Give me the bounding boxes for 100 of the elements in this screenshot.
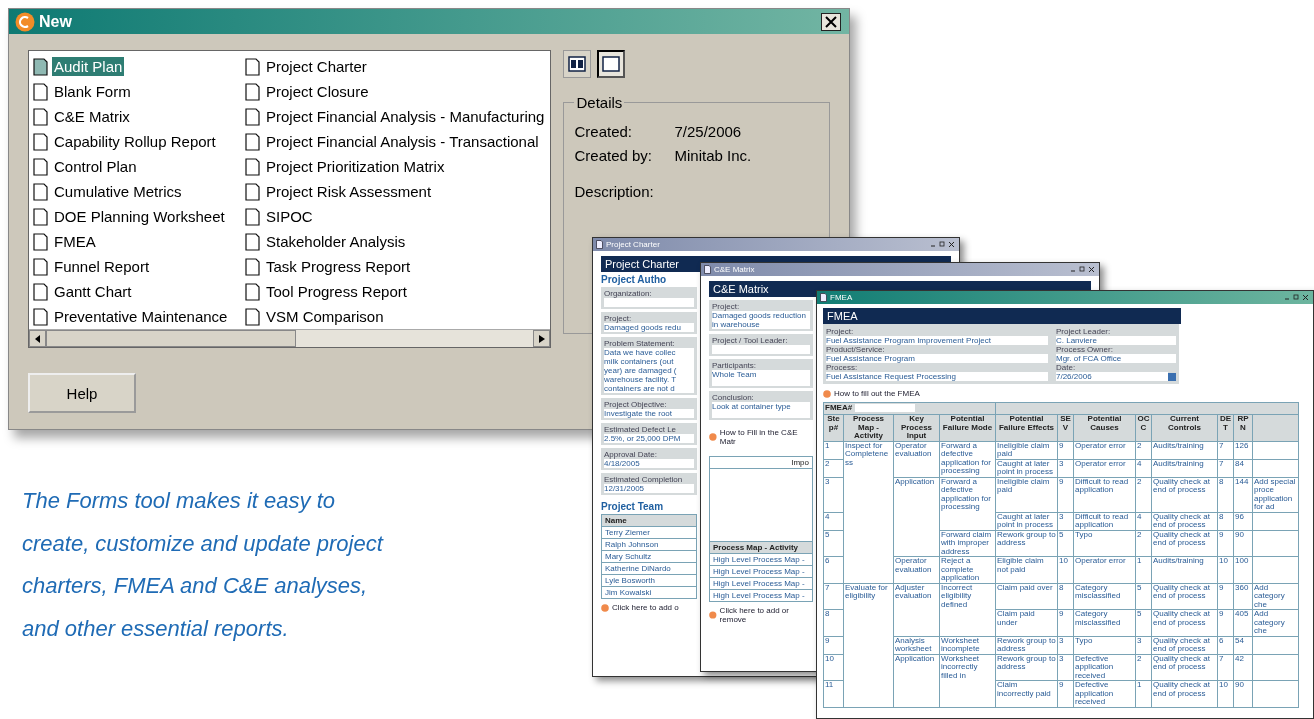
table-cell: Rework group to address	[995, 530, 1058, 557]
table-cell: High Level Process Map -	[709, 577, 813, 590]
form-item[interactable]: Gantt Chart	[33, 279, 245, 304]
add-link[interactable]: Click here to add or remove	[719, 606, 813, 624]
table-cell: Analysis worksheet	[893, 636, 940, 654]
field-label: Problem Statement:	[604, 339, 676, 348]
form-item[interactable]: DOE Planning Worksheet	[33, 204, 245, 229]
table-cell: 96	[1233, 512, 1253, 530]
form-item[interactable]: Project Prioritization Matrix	[245, 154, 547, 179]
form-item[interactable]: Project Charter	[245, 54, 547, 79]
table-cell: 8	[1217, 477, 1234, 512]
form-item[interactable]: Blank Form	[33, 79, 245, 104]
window-controls-icon[interactable]	[1283, 293, 1310, 302]
field-label: Product/Service:	[826, 345, 886, 354]
field-label: Organization:	[604, 289, 653, 298]
table-cell: 126	[1233, 441, 1253, 459]
field-label: Project Leader:	[1056, 327, 1112, 336]
form-item[interactable]: Project Financial Analysis - Transactional	[245, 129, 547, 154]
form-item[interactable]: C&E Matrix	[33, 104, 245, 129]
table-cell: 6	[823, 556, 844, 583]
window-title: Project Charter	[606, 240, 661, 249]
field-value: Data we have collec milk containers (out year) are damaged ( warehouse facility. T containers are not d	[604, 348, 694, 393]
table-cell: Forward a defective application for processing	[939, 477, 996, 530]
form-item[interactable]: Preventative Maintenance	[33, 304, 245, 329]
horizontal-scrollbar[interactable]	[29, 329, 551, 347]
table-cell: 9	[1217, 530, 1234, 557]
field-value: Damaged goods redu	[604, 323, 694, 332]
table-cell: Quality check at end of process	[1151, 680, 1218, 707]
table-cell: 10	[1217, 556, 1234, 583]
table-cell: Operator evaluation	[893, 556, 940, 583]
table-cell: 5	[823, 530, 844, 557]
form-icon	[33, 207, 48, 226]
form-item[interactable]: Audit Plan	[33, 54, 245, 79]
form-item[interactable]: Control Plan	[33, 154, 245, 179]
table-cell: Ineligible claim paid	[995, 441, 1058, 459]
window-controls-icon[interactable]	[929, 240, 956, 249]
table-cell: 3	[1057, 459, 1074, 477]
table-cell: Defective application received	[1073, 680, 1136, 707]
field-value: 12/31/2005	[604, 484, 694, 493]
table-header: Impo	[709, 456, 813, 469]
table-cell: Audits/training	[1151, 459, 1218, 477]
form-item[interactable]: SIPOC	[245, 204, 547, 229]
field-label: Approval Date:	[604, 450, 658, 459]
table-cell: 3	[1135, 636, 1152, 654]
add-link[interactable]: Click here to add o	[612, 603, 679, 612]
form-icon	[245, 107, 260, 126]
table-cell: 42	[1233, 654, 1253, 681]
table-cell: Difficult to read application	[1073, 477, 1136, 512]
form-item[interactable]: Project Financial Analysis - Manufacturing	[245, 104, 547, 129]
form-item[interactable]: Task Progress Report	[245, 254, 547, 279]
close-icon	[825, 15, 837, 28]
help-link[interactable]: How to fill out the FMEA	[834, 389, 920, 398]
table-cell: Worksheet incomplete	[939, 636, 996, 654]
detail-value: Minitab Inc.	[674, 147, 752, 166]
form-icon	[245, 207, 260, 226]
form-item[interactable]: Stakeholder Analysis	[245, 229, 547, 254]
form-icon	[33, 182, 48, 201]
table-cell: Quality check at end of process	[1151, 583, 1218, 610]
form-icon	[33, 82, 48, 101]
table-cell: 10	[823, 654, 844, 681]
help-icon	[709, 611, 717, 619]
table-cell: 360	[1233, 583, 1253, 610]
form-item[interactable]: Tool Progress Report	[245, 279, 547, 304]
form-icon	[33, 307, 48, 326]
calendar-icon[interactable]	[1168, 372, 1176, 381]
table-cell: 2	[823, 459, 844, 477]
form-item[interactable]: Cumulative Metrics	[33, 179, 245, 204]
form-item[interactable]: Capability Rollup Report	[33, 129, 245, 154]
table-cell: Ralph Johnson	[601, 538, 697, 551]
table-cell: 3	[1057, 512, 1074, 530]
table-cell: Typo	[1073, 636, 1136, 654]
table-cell: Quality check at end of process	[1151, 609, 1218, 636]
window-title: C&E Matrix	[714, 265, 756, 274]
table-cell: 4	[823, 512, 844, 530]
help-button[interactable]: Help	[28, 373, 136, 413]
table-cell: 2	[1135, 654, 1152, 681]
form-item[interactable]: Funnel Report	[33, 254, 245, 279]
table-cell: 54	[1233, 636, 1253, 654]
table-cell: Add category che	[1252, 609, 1299, 636]
view-toggle-button[interactable]	[597, 50, 626, 78]
form-item[interactable]: FMEA	[33, 229, 245, 254]
close-button[interactable]	[821, 12, 841, 31]
form-item[interactable]: VSM Comparison	[245, 304, 547, 329]
form-icon	[245, 57, 260, 76]
field-label: Process Owner:	[1056, 345, 1114, 354]
form-icon	[245, 132, 260, 151]
app-logo-icon	[15, 11, 35, 32]
help-icon	[823, 389, 831, 398]
table-cell: 4	[1135, 512, 1152, 530]
view-toggle-button[interactable]	[563, 50, 592, 78]
help-link[interactable]: How to Fill in the C&E Matr	[719, 428, 813, 446]
form-item[interactable]: Project Risk Assessment	[245, 179, 547, 204]
window-controls-icon[interactable]	[1069, 265, 1096, 274]
table-cell: Inspect for Completeness	[843, 441, 894, 583]
field-label: Estimated Completion	[604, 475, 684, 484]
table-cell: Worksheet incorrectly filled in	[939, 654, 996, 707]
form-item[interactable]: Project Closure	[245, 79, 547, 104]
table-cell: Add special proce application for ad	[1252, 477, 1299, 512]
table-cell: 144	[1233, 477, 1253, 512]
table-cell: Quality check at end of process	[1151, 654, 1218, 681]
